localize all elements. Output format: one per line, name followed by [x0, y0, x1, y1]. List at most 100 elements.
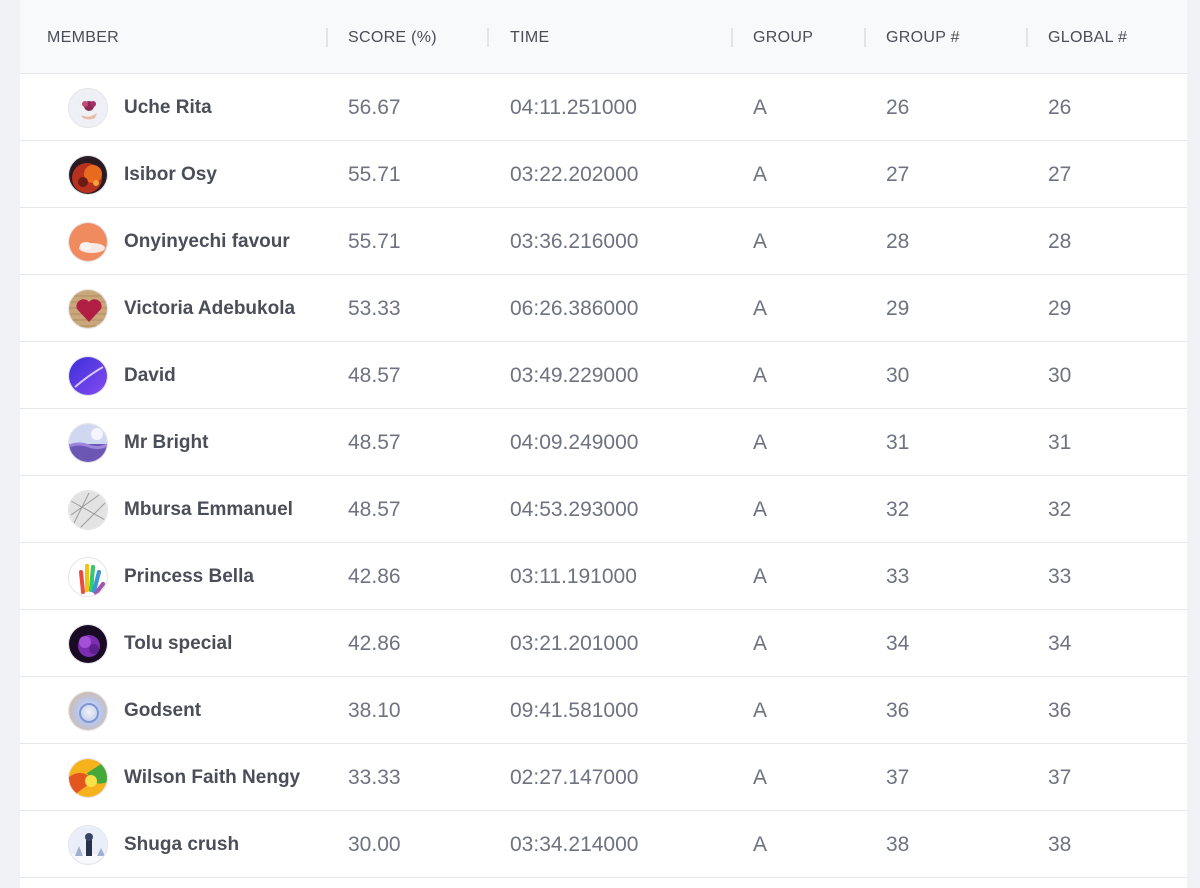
score-value: 55.71: [348, 230, 401, 253]
global-rank-value: 31: [1048, 431, 1072, 454]
heart-avatar: [68, 289, 108, 329]
score-value: 42.86: [348, 565, 401, 588]
global-rank-value: 33: [1048, 565, 1072, 588]
group-rank-value: 26: [886, 96, 910, 119]
time-value: 09:41.581000: [510, 699, 639, 722]
time-value: 03:11.191000: [510, 565, 637, 588]
group-rank-value: 31: [886, 431, 910, 454]
time-value: 03:36.216000: [510, 230, 639, 253]
group-value: A: [753, 699, 768, 722]
member-name[interactable]: Isibor Osy: [124, 141, 217, 208]
score-value: 48.57: [348, 364, 401, 387]
group-rank-value: 37: [886, 766, 910, 789]
group-rank-value: 29: [886, 297, 910, 320]
column-divider: [1026, 28, 1028, 47]
column-divider: [487, 28, 489, 47]
table-row[interactable]: Uche Rita 56.67 04:11.251000 A 26 26: [20, 74, 1187, 141]
leaderboard-table: MEMBER SCORE (%) TIME GROUP GROUP # GLOB…: [20, 0, 1187, 888]
table-row[interactable]: Victoria Adebukola 53.33 06:26.386000 A 29 29: [20, 275, 1187, 342]
winter-scene-avatar: [68, 825, 108, 865]
column-header-member[interactable]: MEMBER: [47, 0, 119, 74]
global-rank-value: 28: [1048, 230, 1072, 253]
global-rank-value: 38: [1048, 833, 1072, 856]
time-value: 03:22.202000: [510, 163, 639, 186]
member-name[interactable]: Mr Bright: [124, 409, 208, 476]
group-rank-value: 36: [886, 699, 910, 722]
member-name[interactable]: Tolu special: [124, 610, 232, 677]
table-row[interactable]: Shuga crush 30.00 03:34.214000 A 38 38: [20, 811, 1187, 878]
score-value: 33.33: [348, 766, 401, 789]
group-value: A: [753, 163, 768, 186]
sunset-cloud-avatar: [68, 222, 108, 262]
column-header-group-rank[interactable]: GROUP #: [886, 0, 960, 74]
global-rank-value: 27: [1048, 163, 1072, 186]
table-row[interactable]: David 48.57 03:49.229000 A 30 30: [20, 342, 1187, 409]
table-header: MEMBER SCORE (%) TIME GROUP GROUP # GLOB…: [20, 0, 1187, 74]
member-name[interactable]: David: [124, 342, 176, 409]
group-rank-value: 33: [886, 565, 910, 588]
group-value: A: [753, 431, 768, 454]
table-row[interactable]: Onyinyechi favour 55.71 03:36.216000 A 28 28: [20, 208, 1187, 275]
global-rank-value: 37: [1048, 766, 1072, 789]
score-value: 30.00: [348, 833, 401, 856]
group-value: A: [753, 565, 768, 588]
group-value: A: [753, 766, 768, 789]
rainbow-hand-avatar: [68, 557, 108, 597]
red-abstract-avatar: [68, 155, 108, 195]
purple-gradient-avatar: [68, 356, 108, 396]
member-name[interactable]: Onyinyechi favour: [124, 208, 290, 275]
column-header-global-rank[interactable]: GLOBAL #: [1048, 0, 1127, 74]
group-rank-value: 34: [886, 632, 910, 655]
table-row[interactable]: Godsent 38.10 09:41.581000 A 36 36: [20, 677, 1187, 744]
table-row[interactable]: Wilson Faith Nengy 33.33 02:27.147000 A 37 37: [20, 744, 1187, 811]
column-divider: [326, 28, 328, 47]
time-value: 03:21.201000: [510, 632, 639, 655]
sketch-pattern-avatar: [68, 490, 108, 530]
score-value: 38.10: [348, 699, 401, 722]
member-name[interactable]: Shuga crush: [124, 811, 239, 878]
global-rank-value: 26: [1048, 96, 1072, 119]
member-name[interactable]: Godsent: [124, 677, 201, 744]
column-header-score[interactable]: SCORE (%): [348, 0, 437, 74]
member-name[interactable]: Mbursa Emmanuel: [124, 476, 293, 543]
group-value: A: [753, 230, 768, 253]
global-rank-value: 34: [1048, 632, 1072, 655]
global-rank-value: 30: [1048, 364, 1072, 387]
table-row[interactable]: Mbursa Emmanuel 48.57 04:53.293000 A 32 32: [20, 476, 1187, 543]
holographic-avatar: [68, 691, 108, 731]
group-value: A: [753, 632, 768, 655]
group-value: A: [753, 498, 768, 521]
time-value: 04:11.251000: [510, 96, 637, 119]
global-rank-value: 29: [1048, 297, 1072, 320]
score-value: 56.67: [348, 96, 401, 119]
score-value: 48.57: [348, 498, 401, 521]
column-divider: [731, 28, 733, 47]
purple-flower-avatar: [68, 624, 108, 664]
member-name[interactable]: Wilson Faith Nengy: [124, 744, 300, 811]
table-row[interactable]: Princess Bella 42.86 03:11.191000 A 33 33: [20, 543, 1187, 610]
table-row[interactable]: Tolu special 42.86 03:21.201000 A 34 34: [20, 610, 1187, 677]
table-row[interactable]: Mr Bright 48.57 04:09.249000 A 31 31: [20, 409, 1187, 476]
flower-bouquet-avatar: [68, 88, 108, 128]
time-value: 04:09.249000: [510, 431, 639, 454]
column-header-group[interactable]: GROUP: [753, 0, 813, 74]
group-value: A: [753, 297, 768, 320]
time-value: 06:26.386000: [510, 297, 639, 320]
table-row[interactable]: Isibor Osy 55.71 03:22.202000 A 27 27: [20, 141, 1187, 208]
group-value: A: [753, 364, 768, 387]
column-divider: [864, 28, 866, 47]
group-value: A: [753, 833, 768, 856]
member-name[interactable]: Princess Bella: [124, 543, 254, 610]
global-rank-value: 36: [1048, 699, 1072, 722]
time-value: 03:34.214000: [510, 833, 639, 856]
member-name[interactable]: Uche Rita: [124, 74, 212, 141]
member-name[interactable]: Victoria Adebukola: [124, 275, 295, 342]
column-header-time[interactable]: TIME: [510, 0, 549, 74]
score-value: 48.57: [348, 431, 401, 454]
group-value: A: [753, 96, 768, 119]
group-rank-value: 32: [886, 498, 910, 521]
score-value: 55.71: [348, 163, 401, 186]
group-rank-value: 28: [886, 230, 910, 253]
time-value: 04:53.293000: [510, 498, 639, 521]
score-value: 42.86: [348, 632, 401, 655]
